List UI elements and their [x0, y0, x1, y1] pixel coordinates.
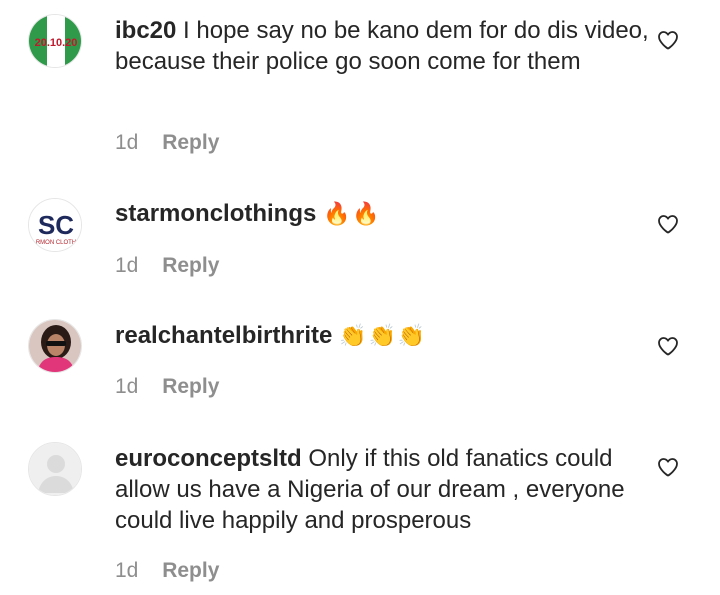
avatar[interactable]: [28, 442, 82, 496]
avatar[interactable]: SC RMON CLOTH: [28, 198, 82, 252]
comment-body: ibc20 I hope say no be kano dem for do d…: [115, 15, 655, 77]
heart-outline-icon[interactable]: [656, 212, 680, 236]
comment-meta: 1d Reply: [115, 559, 219, 583]
reply-button[interactable]: Reply: [162, 559, 219, 582]
reply-button[interactable]: Reply: [162, 375, 219, 398]
avatar[interactable]: 20.10.20: [28, 14, 82, 68]
fire-emoji: 🔥🔥: [323, 201, 382, 226]
reply-button[interactable]: Reply: [162, 254, 219, 277]
comment-time: 1d: [115, 254, 139, 277]
comment-item: realchantelbirthrite 👏👏👏 1d Reply: [0, 300, 720, 410]
comment-username[interactable]: realchantelbirthrite: [115, 322, 332, 349]
comment-username[interactable]: starmonclothings: [115, 200, 316, 227]
avatar-subtext: RMON CLOTH: [36, 240, 76, 246]
comment-time: 1d: [115, 375, 139, 398]
clapping-emoji: 👏👏👏: [339, 323, 428, 348]
brand-logo-avatar-icon: SC RMON CLOTH: [29, 199, 81, 251]
comment-meta: 1d Reply: [115, 375, 219, 399]
nigeria-flag-avatar-icon: 20.10.20: [29, 15, 81, 67]
comment-meta: 1d Reply: [115, 131, 219, 155]
profile-photo-avatar-icon: [29, 320, 81, 372]
comment-text: I hope say no be kano dem for do dis vid…: [115, 17, 649, 75]
avatar-text: 20.10.20: [35, 37, 78, 49]
default-user-avatar-icon: [29, 443, 81, 495]
comment-time: 1d: [115, 131, 139, 154]
comment-meta: 1d Reply: [115, 254, 219, 278]
comment-item: 20.10.20 ibc20 I hope say no be kano dem…: [0, 0, 720, 170]
comment-username[interactable]: ibc20: [115, 17, 176, 44]
comment-username[interactable]: euroconceptsltd: [115, 445, 302, 472]
comment-item: SC RMON CLOTH starmonclothings 🔥🔥 1d Rep…: [0, 180, 720, 290]
reply-button[interactable]: Reply: [162, 131, 219, 154]
comment-body: realchantelbirthrite 👏👏👏: [115, 320, 655, 351]
comment-item: euroconceptsltd Only if this old fanatic…: [0, 425, 720, 595]
comment-time: 1d: [115, 559, 139, 582]
heart-outline-icon[interactable]: [656, 334, 680, 358]
heart-outline-icon[interactable]: [656, 455, 680, 479]
avatar[interactable]: [28, 319, 82, 373]
comment-body: euroconceptsltd Only if this old fanatic…: [115, 443, 655, 536]
comment-body: starmonclothings 🔥🔥: [115, 198, 655, 229]
avatar-text: SC: [38, 210, 74, 240]
heart-outline-icon[interactable]: [656, 28, 680, 52]
